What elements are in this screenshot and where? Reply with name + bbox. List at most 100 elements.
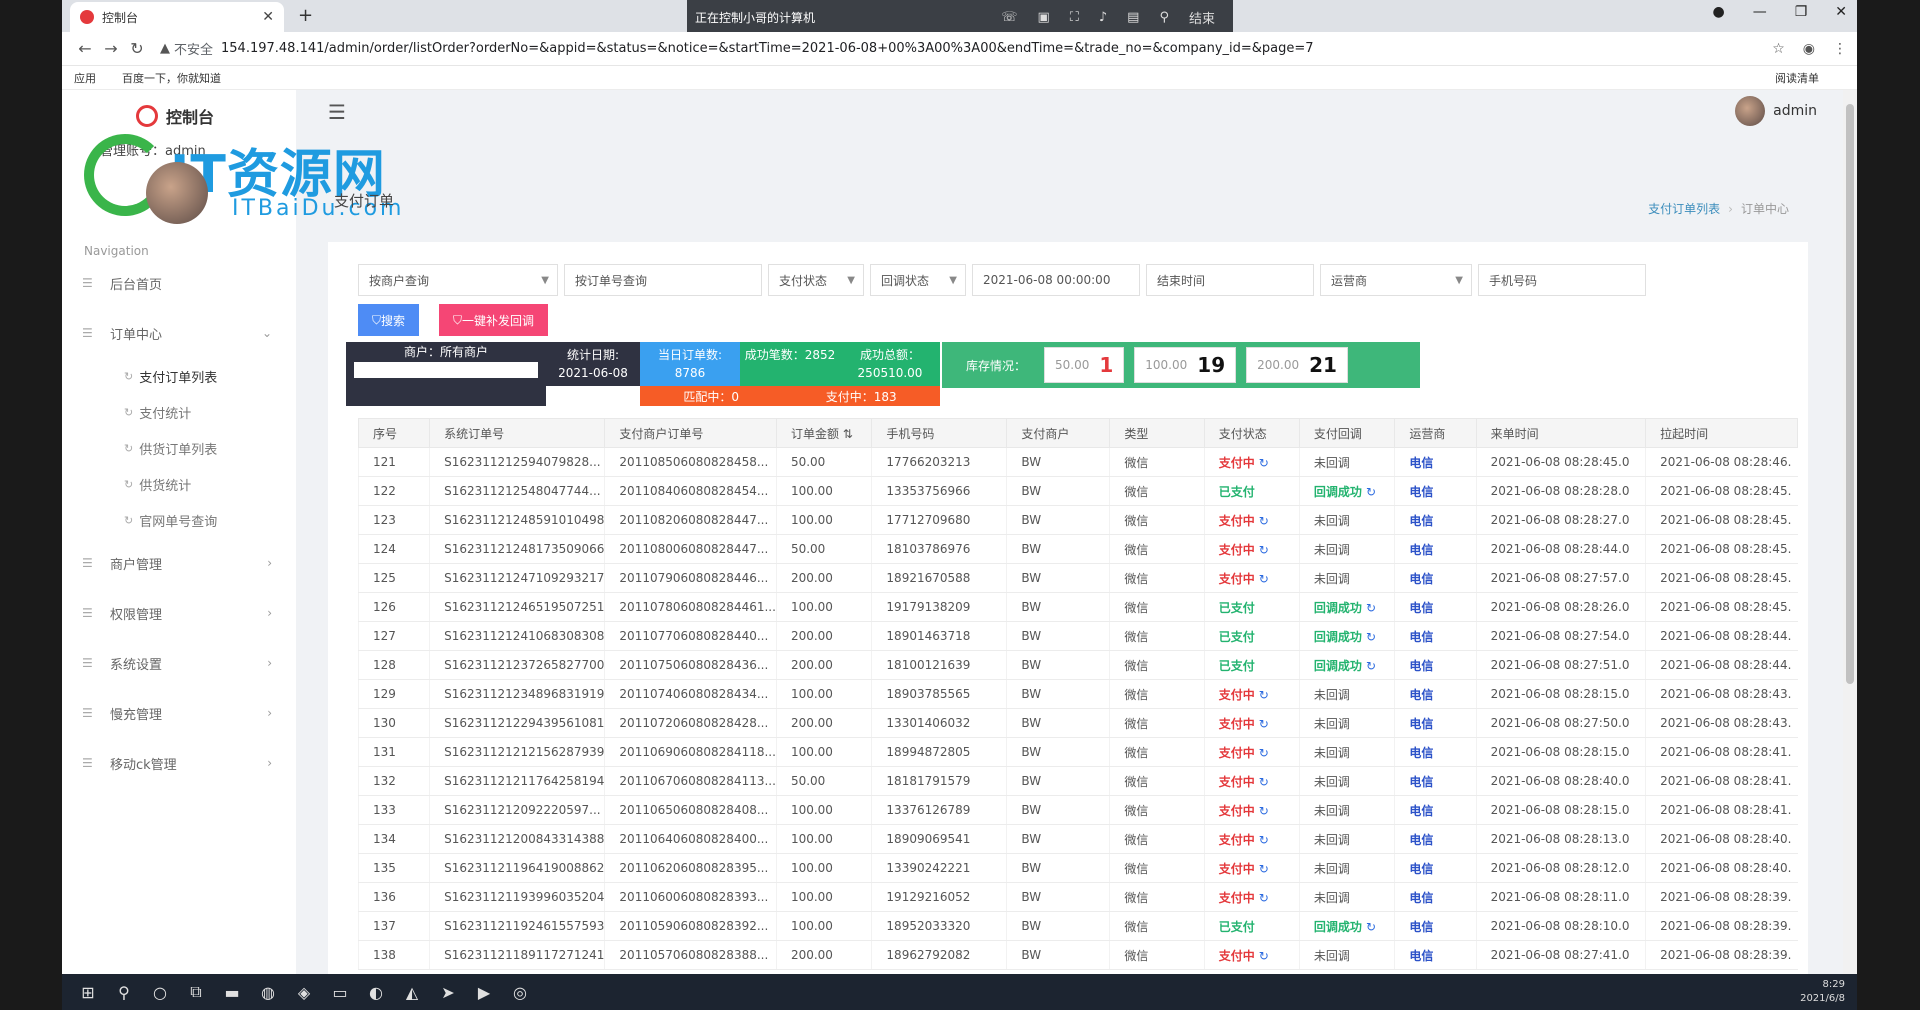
refresh-icon[interactable]: ↻ [1259,688,1269,702]
operator-select[interactable]: 运营商 ▼ [1320,264,1472,296]
search-icon[interactable]: ⚲ [106,983,142,1002]
app-icon[interactable]: ◍ [250,983,286,1002]
hamburger-icon[interactable]: ☰ [328,100,346,124]
bookmark-baidu[interactable]: 百度一下，你就知道 [122,70,221,86]
user-menu[interactable]: admin [1735,96,1817,126]
refresh-icon[interactable]: ↻ [1366,659,1376,673]
refresh-icon[interactable]: ↻ [1259,891,1269,905]
submenu-supply-stats[interactable]: ↻ 供货统计 [62,466,296,502]
folder-icon[interactable]: ▬ [214,983,250,1002]
cortana-icon[interactable]: ○ [142,983,178,1002]
play-icon[interactable]: ▶ [466,983,502,1002]
col-amount[interactable]: 订单金额 ⇅ [775,418,873,448]
fullscreen-icon[interactable]: ⛶ [1070,10,1079,25]
reload-icon[interactable]: ↻ [124,39,150,58]
task-view-icon[interactable]: ⧉ [178,982,214,1002]
terminal-icon[interactable]: ▭ [322,983,358,1002]
cell-text: 电信 [1409,861,1434,876]
cell-text: 未回调 [1313,716,1350,731]
display-icon[interactable]: ▤ [1127,10,1139,25]
close-window-icon[interactable]: ✕ [1835,4,1847,20]
restore-icon[interactable]: ❐ [1795,4,1808,20]
phone-icon[interactable]: ☏ [1001,10,1017,25]
refresh-icon[interactable]: ↻ [1366,920,1376,934]
table-cell: 2021-06-08 08:28:45. [1645,563,1798,593]
refresh-icon[interactable]: ↻ [1259,949,1269,963]
refresh-icon[interactable]: ↻ [1366,485,1376,499]
refresh-icon[interactable]: ↻ [1259,833,1269,847]
table-cell: 电信 [1394,766,1477,796]
refresh-icon[interactable]: ↻ [1259,717,1269,731]
callback-status-select[interactable]: 回调状态 ▼ [870,264,966,296]
star-icon[interactable]: ☆ [1772,41,1785,57]
search-button[interactable]: ⛉ 搜索 [358,304,420,336]
submenu-official-query[interactable]: ↻ 官网单号查询 [62,502,296,538]
refresh-icon[interactable]: ↻ [1259,572,1269,586]
menu-item-slow-charge[interactable]: ☰ 慢充管理 › [62,688,296,738]
browser-tab[interactable]: 控制台 ✕ [70,2,284,32]
telegram-icon[interactable]: ➤ [430,983,466,1002]
app-icon[interactable]: ◐ [358,983,394,1002]
submenu-supply-orders[interactable]: ↻ 供货订单列表 [62,430,296,466]
table-cell: S1623112119641900​8862 [429,853,605,883]
breadcrumb-link[interactable]: 支付订单列表 [1648,202,1720,216]
pin-icon[interactable]: ⚲ [1159,10,1169,25]
table-cell: S1623112122943956​1081 [429,708,605,738]
table-cell: 回调成功 ↻ [1298,621,1395,651]
menu-item-orders[interactable]: ☰ 订单中心 ⌄ [62,308,296,358]
menu-item-home[interactable]: ☰ 后台首页 [62,258,296,308]
submenu-pay-orders[interactable]: ↻ 支付订单列表 [62,358,296,394]
bookmark-apps[interactable]: 应用 [74,70,96,86]
refresh-icon[interactable]: ↻ [1366,630,1376,644]
cell-text: 129 [373,687,396,701]
menu-item-permissions[interactable]: ☰ 权限管理 › [62,588,296,638]
forward-icon[interactable]: → [98,39,124,58]
chrome-icon[interactable]: ◎ [502,983,538,1002]
menu-item-settings[interactable]: ☰ 系统设置 › [62,638,296,688]
order-no-input[interactable]: 按订单号查询 [564,264,762,296]
reading-list[interactable]: 阅读清单 [1775,70,1819,86]
menu-item-merchants[interactable]: ☰ 商户管理 › [62,538,296,588]
phone-input[interactable]: 手机号码 [1478,264,1646,296]
minimize-icon[interactable]: — [1753,4,1767,20]
cell-text: 2021-06-08 08:28:26.0 [1490,600,1630,614]
profile-circle-icon[interactable]: ● [1712,4,1724,20]
screen-icon[interactable]: ▣ [1037,10,1049,25]
table-cell: 支付中 ↻ [1203,940,1300,970]
new-tab-icon[interactable]: + [298,5,313,26]
merchant-select[interactable]: 按商户查询 ▼ [358,264,558,296]
table-cell: BW [1006,911,1110,941]
refresh-icon[interactable]: ↻ [1259,514,1269,528]
pay-status-select[interactable]: 支付状态 ▼ [768,264,864,296]
menu-dots-icon[interactable]: ⋮ [1833,41,1847,57]
cell-text: 2021-06-08 08:28:40. [1660,832,1792,846]
system-clock[interactable]: 8:29 2021/6/8 [1800,978,1845,1006]
refresh-icon[interactable]: ↻ [1259,862,1269,876]
back-icon[interactable]: ← [72,39,98,58]
close-tab-icon[interactable]: ✕ [262,9,274,25]
page-scrollbar[interactable] [1843,90,1857,974]
table-cell: 支付中 ↻ [1203,563,1300,593]
url-field[interactable]: ▲ 不安全 154.197.48.141/admin/order/listOrd… [160,39,1772,58]
speaker-icon[interactable]: ♪ [1099,10,1107,25]
menu-item-mobile-ck[interactable]: ☰ 移动ck管理 › [62,738,296,788]
end-remote-button[interactable]: 结束 [1189,8,1215,27]
scrollbar-thumb[interactable] [1846,104,1854,684]
start-time-input[interactable]: 2021-06-08 00:00:00 [972,264,1140,296]
stat-today-value: 8786 [674,366,706,380]
end-time-input[interactable]: 结束时间 [1146,264,1314,296]
cell-text: 2011059060808283​92... [619,919,769,933]
refresh-icon[interactable]: ↻ [1259,775,1269,789]
refresh-icon[interactable]: ↻ [1366,601,1376,615]
submenu-pay-stats[interactable]: ↻ 支付统计 [62,394,296,430]
qq-icon[interactable]: ◭ [394,983,430,1002]
stock-amount: 200.00 [1257,358,1300,372]
refresh-icon[interactable]: ↻ [1259,804,1269,818]
resend-callback-button[interactable]: ⛉ 一键补发回调 [439,304,549,336]
refresh-icon[interactable]: ↻ [1259,456,1269,470]
account-icon[interactable]: ◉ [1803,41,1815,57]
refresh-icon[interactable]: ↻ [1259,746,1269,760]
app-icon[interactable]: ◈ [286,983,322,1002]
start-icon[interactable]: ⊞ [70,983,106,1002]
refresh-icon[interactable]: ↻ [1259,543,1269,557]
